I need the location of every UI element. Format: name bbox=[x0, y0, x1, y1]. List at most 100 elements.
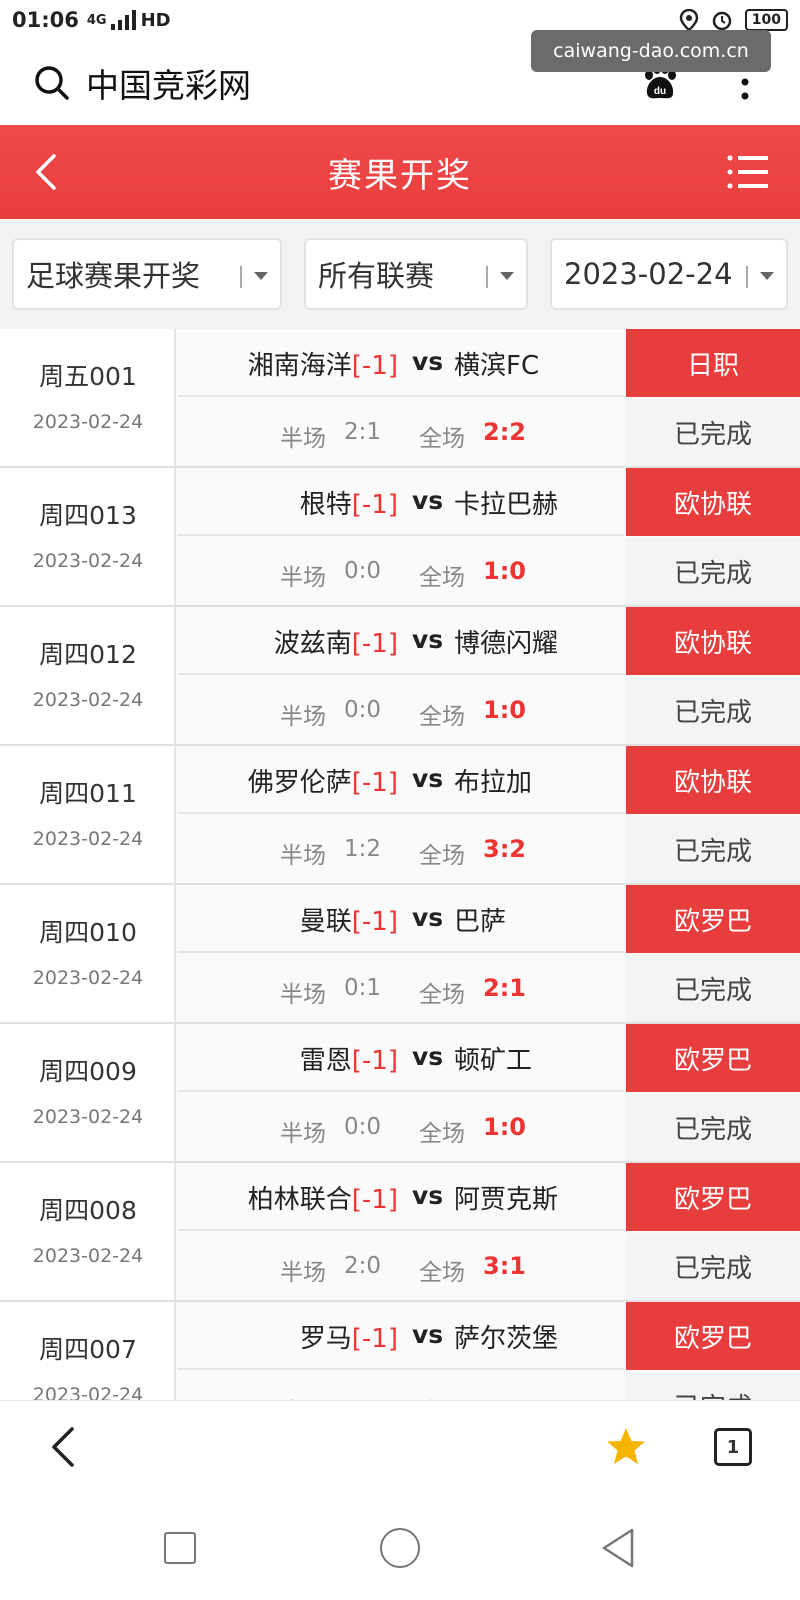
home-team-name: 波兹南 bbox=[273, 629, 352, 659]
league-badge[interactable]: 欧罗巴 bbox=[626, 1302, 800, 1370]
league-badge[interactable]: 欧协联 bbox=[626, 468, 800, 536]
match-scores: 半场 0:1 全场 2:1 bbox=[178, 955, 624, 1022]
nav-back-icon[interactable] bbox=[598, 1526, 638, 1570]
match-number: 周四013 bbox=[39, 501, 137, 530]
date-select[interactable]: 2023-02-24 bbox=[550, 238, 788, 310]
half-time-label: 半场 bbox=[280, 565, 326, 591]
home-team: 湘南海洋[-1] bbox=[248, 345, 398, 382]
match-row[interactable]: 周四010 2023-02-24 曼联[-1] vs 巴萨 半场 0:1 全场 … bbox=[0, 885, 800, 1024]
handicap: [-1] bbox=[351, 768, 398, 798]
match-scores: 半场 0:0 全场 1:0 bbox=[178, 677, 624, 744]
match-info: 周四010 2023-02-24 bbox=[0, 885, 176, 1022]
handicap: [-1] bbox=[351, 1185, 398, 1215]
league-badge[interactable]: 欧协联 bbox=[626, 607, 800, 675]
half-time-label: 半场 bbox=[280, 704, 326, 730]
half-time-label: 半场 bbox=[280, 982, 326, 1008]
away-team: 阿贾克斯 bbox=[454, 1185, 559, 1215]
star-icon[interactable] bbox=[604, 1425, 648, 1469]
home-team: 柏林联合[-1] bbox=[248, 1179, 398, 1216]
home-team: 根特[-1] bbox=[300, 484, 398, 521]
match-row[interactable]: 周四009 2023-02-24 雷恩[-1] vs 顿矿工 半场 0:0 全场… bbox=[0, 1024, 800, 1163]
match-row[interactable]: 周四011 2023-02-24 佛罗伦萨[-1] vs 布拉加 半场 1:2 … bbox=[0, 746, 800, 885]
full-time-label: 全场 bbox=[419, 1392, 465, 1400]
match-number: 周四008 bbox=[39, 1196, 137, 1225]
tabs-icon[interactable]: 1 bbox=[714, 1428, 752, 1466]
vs-label: vs bbox=[412, 486, 444, 515]
full-time-label: 全场 bbox=[419, 565, 465, 591]
vs-label: vs bbox=[412, 903, 444, 932]
browser-toolbar: 1 bbox=[0, 1400, 800, 1490]
location-icon bbox=[679, 9, 699, 31]
match-row[interactable]: 周四007 2023-02-24 罗马[-1] vs 萨尔茨堡 半场 全场 欧罗… bbox=[0, 1302, 800, 1400]
match-date: 2023-02-24 bbox=[32, 411, 144, 433]
category-select-value: 足球赛果开奖 bbox=[26, 259, 201, 293]
battery-indicator: 100 bbox=[744, 9, 788, 31]
status-time: 01:06 bbox=[12, 8, 79, 32]
league-badge[interactable]: 欧协联 bbox=[626, 746, 800, 814]
signal-icon bbox=[110, 10, 136, 30]
home-team: 罗马[-1] bbox=[300, 1318, 398, 1355]
nav-home-icon[interactable] bbox=[380, 1528, 420, 1568]
back-arrow-icon[interactable] bbox=[28, 150, 68, 194]
status-badge: 已完成 bbox=[626, 677, 800, 744]
full-time-label: 全场 bbox=[419, 843, 465, 869]
home-team-name: 湘南海洋 bbox=[247, 351, 352, 381]
match-scores: 半场 2:1 全场 2:2 bbox=[178, 399, 624, 466]
match-info: 周四007 2023-02-24 bbox=[0, 1302, 176, 1400]
match-row[interactable]: 周五001 2023-02-24 湘南海洋[-1] vs 横滨FC 半场 2:1… bbox=[0, 329, 800, 468]
handicap: [-1] bbox=[351, 490, 398, 520]
match-number: 周四009 bbox=[39, 1057, 137, 1086]
away-team: 巴萨 bbox=[454, 907, 507, 937]
status-badge: 已完成 bbox=[626, 955, 800, 1022]
match-number: 周四012 bbox=[39, 640, 137, 669]
league-badge[interactable]: 日职 bbox=[626, 329, 800, 397]
full-time-label: 全场 bbox=[419, 1260, 465, 1286]
match-teams: 雷恩[-1] vs 顿矿工 bbox=[178, 1024, 624, 1092]
match-teams: 曼联[-1] vs 巴萨 bbox=[178, 885, 624, 953]
match-row[interactable]: 周四008 2023-02-24 柏林联合[-1] vs 阿贾克斯 半场 2:0… bbox=[0, 1163, 800, 1302]
category-select[interactable]: 足球赛果开奖 bbox=[12, 238, 282, 310]
away-team: 布拉加 bbox=[454, 768, 533, 798]
half-time-score: 1:2 bbox=[344, 836, 382, 862]
match-date: 2023-02-24 bbox=[32, 1106, 144, 1128]
match-date: 2023-02-24 bbox=[32, 1245, 144, 1267]
status-badge: 已完成 bbox=[626, 1372, 800, 1400]
full-time-score: 2:1 bbox=[483, 974, 526, 1002]
chevron-down-icon bbox=[500, 272, 514, 280]
match-info: 周四009 2023-02-24 bbox=[0, 1024, 176, 1161]
league-badge[interactable]: 欧罗巴 bbox=[626, 885, 800, 953]
match-list[interactable]: 周五001 2023-02-24 湘南海洋[-1] vs 横滨FC 半场 2:1… bbox=[0, 329, 800, 1400]
full-time-score: 3:2 bbox=[483, 835, 526, 863]
league-badge[interactable]: 欧罗巴 bbox=[626, 1163, 800, 1231]
nav-recent-icon[interactable] bbox=[164, 1532, 196, 1564]
match-scores: 半场 0:0 全场 1:0 bbox=[178, 538, 624, 605]
home-team-name: 佛罗伦萨 bbox=[247, 768, 352, 798]
date-select-value: 2023-02-24 bbox=[564, 257, 733, 291]
match-number: 周四007 bbox=[39, 1335, 137, 1364]
page-title: 赛果开奖 bbox=[328, 155, 472, 196]
league-select-value: 所有联赛 bbox=[318, 259, 435, 293]
vs-label: vs bbox=[412, 625, 444, 654]
url-tooltip: caiwang-dao.com.cn bbox=[531, 30, 771, 72]
menu-icon[interactable] bbox=[726, 153, 768, 191]
match-date: 2023-02-24 bbox=[32, 689, 144, 711]
match-date: 2023-02-24 bbox=[32, 550, 144, 572]
site-name[interactable]: 中国竞彩网 bbox=[86, 59, 251, 107]
match-row[interactable]: 周四012 2023-02-24 波兹南[-1] vs 博德闪耀 半场 0:0 … bbox=[0, 607, 800, 746]
status-badge: 已完成 bbox=[626, 1094, 800, 1161]
match-teams: 柏林联合[-1] vs 阿贾克斯 bbox=[178, 1163, 624, 1231]
match-row[interactable]: 周四013 2023-02-24 根特[-1] vs 卡拉巴赫 半场 0:0 全… bbox=[0, 468, 800, 607]
league-badge[interactable]: 欧罗巴 bbox=[626, 1024, 800, 1092]
home-team: 波兹南[-1] bbox=[274, 623, 398, 660]
back-icon[interactable] bbox=[48, 1425, 80, 1469]
match-scores: 半场 1:2 全场 3:2 bbox=[178, 816, 624, 883]
search-icon[interactable] bbox=[34, 65, 70, 101]
handicap: [-1] bbox=[351, 351, 398, 381]
filter-bar: 足球赛果开奖 所有联赛 2023-02-24 bbox=[0, 219, 800, 329]
match-date: 2023-02-24 bbox=[32, 828, 144, 850]
full-time-score: 1:0 bbox=[483, 1113, 526, 1141]
match-number: 周五001 bbox=[39, 362, 137, 391]
full-time-label: 全场 bbox=[419, 704, 465, 730]
league-select[interactable]: 所有联赛 bbox=[304, 238, 528, 310]
match-teams: 罗马[-1] vs 萨尔茨堡 bbox=[178, 1302, 624, 1370]
